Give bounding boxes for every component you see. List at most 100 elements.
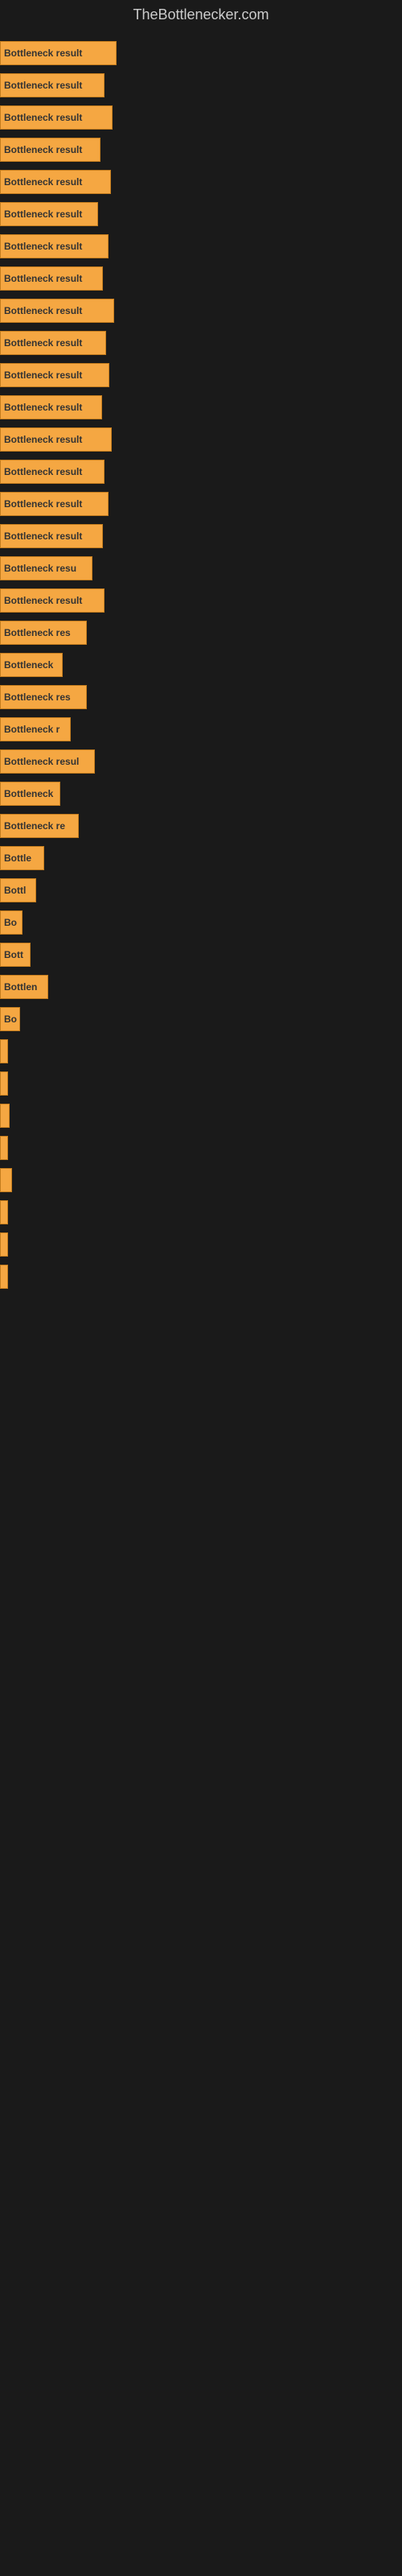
bar-row: Bottleneck result [0,328,402,358]
bar-item: Bottleneck result [0,395,102,419]
bars-container: Bottleneck result Bottleneck result Bottle… [0,30,402,1302]
bar-row: Bottleneck result [0,70,402,101]
bar-label: Bottleneck result [4,208,82,220]
bar-row [0,1261,402,1292]
bar-item: Bottleneck result [0,427,112,452]
bar-label: Bottle [4,852,31,864]
bar-label: Bottleneck result [4,337,82,349]
bar-item: Bottleneck result [0,202,98,226]
bar-label: Bottlen [4,981,37,993]
bar-item: Bottleneck [0,782,60,806]
bar-label: Bottleneck result [4,530,82,542]
bar-item [0,1071,8,1096]
bar-label: Bottl [4,885,26,896]
bar-row: Bottleneck result [0,231,402,262]
bar-label: Bottleneck result [4,273,82,284]
bar-label: Bottleneck result [4,498,82,510]
bar-label: Bottleneck result [4,112,82,123]
bar-row: Bottle [0,843,402,873]
bar-item: Bottleneck result [0,73,105,97]
bar-label: Bo [4,917,17,928]
bar-row: Bottleneck res [0,682,402,712]
bar-row: Bo [0,1004,402,1034]
bar-item [0,1104,10,1128]
bar-row [0,1100,402,1131]
bar-row: Bottleneck result [0,102,402,133]
bar-item: Bottleneck result [0,170,111,194]
bar-row: Bottleneck result [0,199,402,229]
bar-row [0,1133,402,1163]
bar-item: Bottleneck res [0,621,87,645]
bar-item: Bottleneck result [0,234,109,258]
bar-item: Bottle [0,846,44,870]
bar-item: Bottleneck result [0,331,106,355]
bar-label: Bottleneck resu [4,563,76,574]
bar-label: Bottleneck result [4,144,82,155]
bar-label: Bottleneck res [4,627,71,638]
bar-label: Bottleneck result [4,434,82,445]
bar-label: Bottleneck [4,659,53,671]
bar-item [0,1232,8,1257]
bar-label: Bottleneck res [4,691,71,703]
bar-row: Bott [0,939,402,970]
bar-item: Bottl [0,878,36,902]
bar-item: Bottleneck res [0,685,87,709]
bar-label: Bottleneck result [4,47,82,59]
bar-label: Bottleneck result [4,176,82,188]
bar-label: Bottleneck result [4,595,82,606]
bar-row: Bottleneck result [0,489,402,519]
bar-item: Bottleneck result [0,363,109,387]
bar-row: Bottleneck [0,650,402,680]
bar-row: Bottleneck result [0,424,402,455]
bar-row [0,1197,402,1228]
bar-item: Bottleneck result [0,460,105,484]
bar-item: Bo [0,910,23,935]
bar-row: Bottleneck re [0,811,402,841]
bar-item: Bottleneck result [0,41,117,65]
bar-item: Bottleneck result [0,588,105,613]
bar-row: Bottleneck result [0,456,402,487]
bar-row: Bottl [0,875,402,906]
bar-item: Bottleneck result [0,492,109,516]
bar-row: Bottleneck [0,778,402,809]
bar-row: Bottleneck result [0,585,402,616]
bar-label: Bottleneck result [4,305,82,316]
bar-row: Bottlen [0,972,402,1002]
bar-row: Bottleneck result [0,134,402,165]
bar-row [0,1165,402,1195]
bar-item [0,1039,8,1063]
bar-row: Bottleneck result [0,392,402,423]
bar-label: Bottleneck result [4,466,82,477]
bar-label: Bottleneck result [4,402,82,413]
bar-label: Bottleneck result [4,369,82,381]
site-title: TheBottlenecker.com [0,0,402,30]
bar-row: Bo [0,907,402,938]
bar-label: Bott [4,949,23,960]
bar-row: Bottleneck r [0,714,402,745]
bar-item [0,1265,8,1289]
bar-row [0,1068,402,1099]
bar-item: Bottleneck r [0,717,71,741]
bar-label: Bottleneck [4,788,53,799]
bar-item: Bottleneck resul [0,749,95,774]
bar-row [0,1229,402,1260]
bar-row: Bottleneck res [0,617,402,648]
bar-item [0,1200,8,1224]
bar-item: Bottleneck result [0,299,114,323]
bar-row: Bottleneck result [0,263,402,294]
bar-row: Bottleneck result [0,167,402,197]
bar-label: Bottleneck re [4,820,65,832]
bar-row: Bottleneck result [0,295,402,326]
bar-label: Bottleneck result [4,80,82,91]
bar-label: Bo [4,1013,17,1025]
bar-item: Bottleneck [0,653,63,677]
bar-item: Bottleneck resu [0,556,92,580]
bar-item: Bott [0,943,31,967]
bar-item [0,1136,8,1160]
bar-item: Bottlen [0,975,48,999]
bar-row: Bottleneck resul [0,746,402,777]
bar-label: Bottleneck resul [4,756,79,767]
bar-item: Bottleneck result [0,138,100,162]
bar-item: Bottleneck result [0,524,103,548]
bar-row: Bottleneck resu [0,553,402,584]
